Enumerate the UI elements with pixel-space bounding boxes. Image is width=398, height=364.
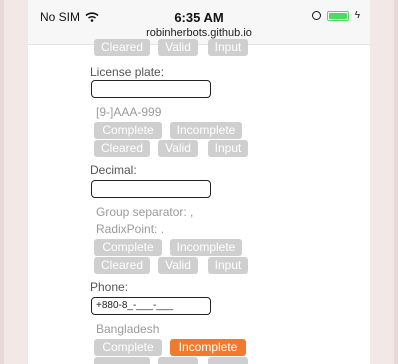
address-bar[interactable]: robinherbots.github.io (28, 27, 370, 39)
phone-country-text: Bangladesh (96, 322, 160, 336)
input-button[interactable] (208, 357, 248, 364)
cleared-button[interactable]: Cleared (94, 257, 150, 274)
incomplete-button[interactable]: Incomplete (170, 239, 242, 256)
valid-button[interactable] (158, 357, 198, 364)
status-bar: No SIM 6:35 AM robinherbots.github.io ϟ (28, 0, 370, 45)
phone-label: Phone: (90, 280, 129, 294)
device-frame-left (0, 0, 4, 364)
license-plate-label: License plate: (90, 65, 165, 79)
decimal-label: Decimal: (90, 163, 137, 177)
license-mask-text: [9-]AAA-999 (96, 105, 162, 119)
device-frame-right (394, 0, 398, 364)
incomplete-button[interactable]: Incomplete (170, 122, 242, 139)
cleared-button[interactable]: Cleared (94, 39, 150, 56)
complete-button[interactable]: Complete (94, 339, 162, 356)
license-plate-field[interactable] (91, 80, 211, 98)
browser-screen: No SIM 6:35 AM robinherbots.github.io ϟ … (28, 0, 370, 364)
rotation-lock-icon (311, 11, 321, 20)
radix-point-text: RadixPoint: . (96, 222, 165, 236)
input-button[interactable]: Input (208, 39, 248, 56)
valid-button[interactable]: Valid (158, 257, 198, 274)
decimal-field[interactable] (91, 180, 211, 198)
phone-field[interactable]: +880-8_-___-___ (91, 297, 211, 315)
cleared-button[interactable] (94, 357, 150, 364)
complete-button[interactable]: Complete (94, 239, 162, 256)
input-button[interactable]: Input (208, 140, 248, 157)
valid-button[interactable]: Valid (158, 39, 198, 56)
incomplete-button-active[interactable]: Incomplete (170, 339, 246, 356)
input-button[interactable]: Input (208, 257, 248, 274)
charging-icon: ϟ (354, 10, 360, 21)
valid-button[interactable]: Valid (158, 140, 198, 157)
cleared-button[interactable]: Cleared (94, 140, 150, 157)
group-separator-text: Group separator: , (96, 205, 194, 219)
complete-button[interactable]: Complete (94, 122, 162, 139)
battery-icon (326, 10, 349, 21)
